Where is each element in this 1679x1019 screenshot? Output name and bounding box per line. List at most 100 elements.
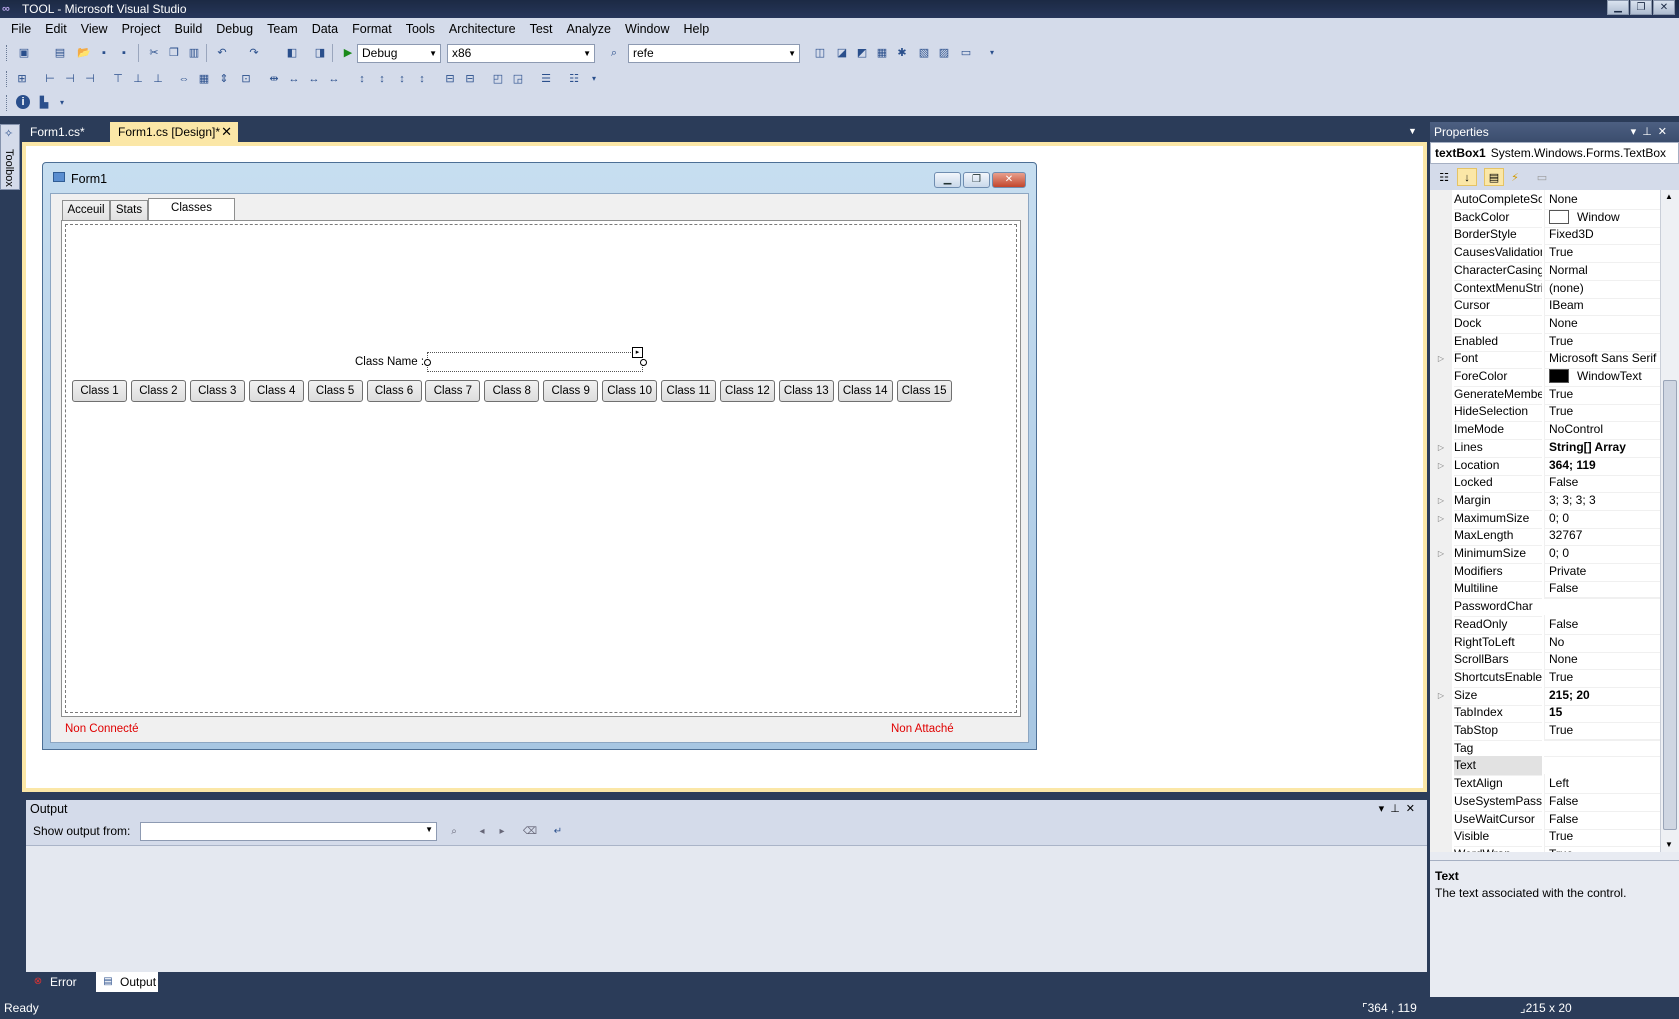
- form-minimize-button[interactable]: ▁: [934, 172, 961, 188]
- property-row[interactable]: TabIndex 15: [1430, 703, 1660, 724]
- lock-controls-icon[interactable]: ☷: [566, 71, 582, 87]
- performance-chart-icon[interactable]: ▙: [36, 95, 52, 111]
- menu-item-file[interactable]: File: [4, 22, 38, 36]
- align-centers-icon[interactable]: ⊣: [62, 71, 78, 87]
- redo-icon[interactable]: ↷: [246, 45, 262, 61]
- property-row[interactable]: ReadOnly False: [1430, 614, 1660, 635]
- property-row[interactable]: Enabled True: [1430, 331, 1660, 352]
- minimize-icon[interactable]: ▁: [1607, 0, 1629, 15]
- solution-platform-select[interactable]: x86 ▼: [447, 44, 595, 63]
- save-all-icon[interactable]: ▪: [116, 45, 132, 61]
- make-same-height-icon[interactable]: ⇕: [216, 71, 232, 87]
- open-file-icon[interactable]: 📂: [76, 45, 92, 61]
- align-rights-icon[interactable]: ⊣: [82, 71, 98, 87]
- property-row[interactable]: Text: [1430, 756, 1660, 777]
- find-in-files-icon[interactable]: ⌕: [606, 45, 622, 61]
- form-maximize-button[interactable]: ❐: [963, 172, 990, 188]
- property-row[interactable]: AutoCompleteSourceNone: [1430, 190, 1660, 210]
- horizontal-spacing-equal-icon[interactable]: ⇹: [266, 71, 282, 87]
- navigate-backward-icon[interactable]: ◧: [284, 45, 300, 61]
- tab-error-list[interactable]: ⊗Error List: [26, 972, 94, 1009]
- maximize-icon[interactable]: ❐: [1630, 0, 1652, 15]
- class-button-8[interactable]: Class 8: [484, 380, 540, 402]
- menu-item-view[interactable]: View: [74, 22, 115, 36]
- toolbox-tab[interactable]: ✧ Toolbox: [0, 124, 20, 190]
- property-row[interactable]: Locked False: [1430, 473, 1660, 494]
- class-button-7[interactable]: Class 7: [425, 380, 481, 402]
- menu-item-team[interactable]: Team: [260, 22, 305, 36]
- start-page-icon[interactable]: ▧: [916, 45, 932, 61]
- make-same-width-icon[interactable]: ⇔: [176, 71, 192, 87]
- active-files-dropdown-icon[interactable]: ▼: [1408, 126, 1417, 136]
- close-tab-icon[interactable]: ✕: [221, 122, 232, 142]
- properties-icon[interactable]: ▤: [1484, 168, 1504, 186]
- info-icon[interactable]: i: [16, 95, 30, 109]
- pin-icon[interactable]: ⊥: [1642, 126, 1658, 138]
- command-window-icon[interactable]: ▭: [958, 45, 974, 61]
- property-object-selector[interactable]: textBox1 System.Windows.Forms.TextBox: [1430, 142, 1679, 164]
- scroll-down-icon[interactable]: ▼: [1665, 840, 1673, 849]
- clear-all-icon[interactable]: ⌫: [522, 825, 538, 839]
- toolbar-grip[interactable]: [6, 71, 9, 87]
- property-row[interactable]: ▷ Lines String[] Array: [1430, 437, 1660, 458]
- expand-icon[interactable]: ▷: [1430, 437, 1452, 457]
- toolbar-options-icon[interactable]: ▾: [586, 71, 602, 87]
- align-to-grid-icon[interactable]: ⊞: [14, 71, 30, 87]
- property-row[interactable]: TabStop True: [1430, 721, 1660, 741]
- class-name-textbox[interactable]: ▸: [424, 347, 647, 372]
- object-browser-icon[interactable]: ◩: [854, 45, 870, 61]
- property-row[interactable]: ▷ Margin 3; 3; 3; 3: [1430, 490, 1660, 511]
- property-value[interactable]: [1544, 756, 1660, 758]
- menu-item-format[interactable]: Format: [345, 22, 399, 36]
- class-button-13[interactable]: Class 13: [778, 380, 834, 402]
- property-row[interactable]: ScrollBars None: [1430, 650, 1660, 671]
- paste-icon[interactable]: ▥: [186, 45, 202, 61]
- new-project-icon[interactable]: ▣: [16, 45, 32, 61]
- toolbar-grip[interactable]: [6, 95, 9, 111]
- send-to-back-icon[interactable]: ◲: [510, 71, 526, 87]
- solution-explorer-icon[interactable]: ◫: [812, 45, 828, 61]
- property-row[interactable]: ImeMode NoControl: [1430, 420, 1660, 441]
- toolbar-options-icon[interactable]: ▾: [984, 45, 1000, 61]
- property-value[interactable]: [1544, 738, 1660, 740]
- remove-vertical-spacing-icon[interactable]: ↕: [414, 71, 430, 87]
- output-source-select[interactable]: ▼: [140, 822, 437, 841]
- tab-order-icon[interactable]: ☰: [538, 71, 554, 87]
- property-row[interactable]: GenerateMember True: [1430, 384, 1660, 405]
- property-row[interactable]: Visible True: [1430, 827, 1660, 848]
- class-button-4[interactable]: Class 4: [248, 380, 304, 402]
- class-button-14[interactable]: Class 14: [837, 380, 893, 402]
- property-row[interactable]: ▷ Font Microsoft Sans Serif: [1430, 349, 1660, 370]
- find-combo[interactable]: refe ▼: [628, 44, 800, 63]
- property-row[interactable]: WordWrapTrue: [1430, 844, 1660, 852]
- events-icon[interactable]: ⚡: [1505, 168, 1525, 186]
- close-panel-icon[interactable]: ✕: [1406, 803, 1421, 815]
- property-value[interactable]: True: [1544, 844, 1660, 852]
- expand-icon[interactable]: ▷: [1430, 455, 1452, 475]
- scroll-thumb[interactable]: [1663, 380, 1677, 830]
- property-row[interactable]: Cursor IBeam: [1430, 296, 1660, 317]
- expand-icon[interactable]: ▷: [1430, 685, 1452, 705]
- menu-item-debug[interactable]: Debug: [209, 22, 260, 36]
- menu-item-build[interactable]: Build: [167, 22, 209, 36]
- decrease-horizontal-spacing-icon[interactable]: ↔: [306, 71, 322, 87]
- property-row[interactable]: Modifiers Private: [1430, 561, 1660, 582]
- categorized-icon[interactable]: ☷: [1434, 168, 1454, 186]
- resize-handle-left[interactable]: [424, 359, 431, 366]
- add-item-icon[interactable]: ▤: [52, 45, 68, 61]
- tab-form1-design[interactable]: Form1.cs [Design]* ✕: [110, 122, 238, 142]
- property-row[interactable]: CharacterCasing Normal: [1430, 260, 1660, 281]
- property-row[interactable]: RightToLeft No: [1430, 632, 1660, 653]
- menu-item-tools[interactable]: Tools: [399, 22, 442, 36]
- align-lefts-icon[interactable]: ⊢: [42, 71, 58, 87]
- output-text-area[interactable]: [26, 846, 1427, 972]
- property-value[interactable]: [1544, 597, 1660, 599]
- property-grid-scrollbar[interactable]: ▲ ▼: [1660, 190, 1679, 852]
- property-row[interactable]: Tag: [1430, 738, 1660, 759]
- toolbox-icon[interactable]: ▦: [874, 45, 890, 61]
- team-explorer-icon[interactable]: ▨: [936, 45, 952, 61]
- property-row[interactable]: UseSystemPasswordCharFalse: [1430, 791, 1660, 812]
- align-tops-icon[interactable]: ⊤: [110, 71, 126, 87]
- smart-tag-icon[interactable]: ▸: [632, 347, 643, 358]
- toolbar-grip[interactable]: [6, 45, 9, 61]
